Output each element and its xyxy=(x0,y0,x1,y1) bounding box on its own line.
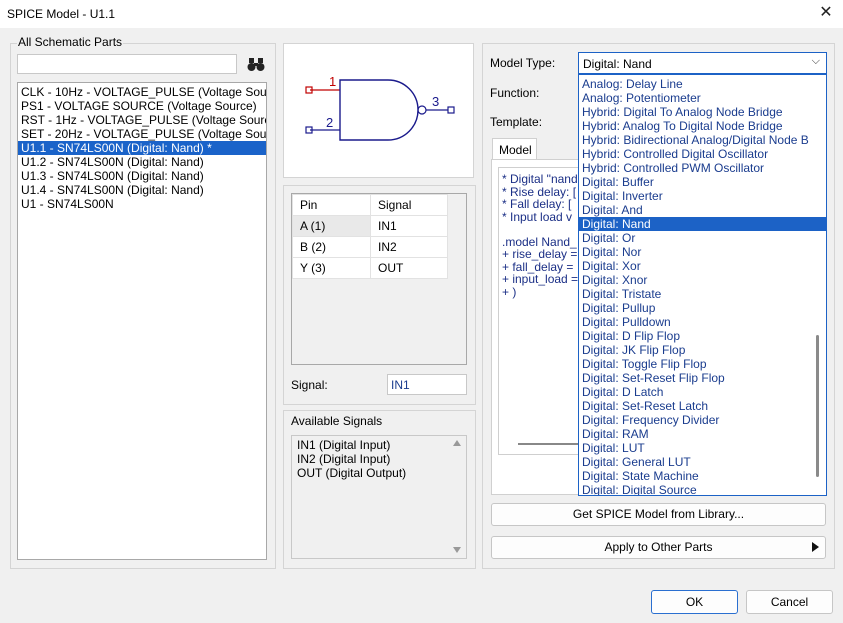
close-icon[interactable]: ✕ xyxy=(816,3,836,23)
dropdown-option[interactable]: Digital: Inverter xyxy=(579,189,826,203)
dropdown-option[interactable]: Hybrid: Controlled PWM Oscillator xyxy=(579,161,826,175)
pin-cell: B (2) xyxy=(292,236,371,258)
available-signals-list[interactable]: IN1 (Digital Input) IN2 (Digital Input) OU… xyxy=(291,435,467,559)
list-item[interactable]: RST - 1Hz - VOLTAGE_PULSE (Voltage Sourc xyxy=(18,113,266,127)
pin-table-container: Pin Signal A (1) IN1 B (2) IN2 Y (3) OUT xyxy=(291,193,467,365)
table-row[interactable]: Y (3) OUT xyxy=(292,257,448,279)
list-item[interactable]: IN2 (Digital Input) xyxy=(297,452,466,466)
list-item[interactable]: U1.2 - SN74LS00N (Digital: Nand) xyxy=(18,155,266,169)
list-item[interactable]: U1.4 - SN74LS00N (Digital: Nand) xyxy=(18,183,266,197)
cancel-button[interactable]: Cancel xyxy=(746,590,833,614)
dropdown-option[interactable]: Digital: Xor xyxy=(579,259,826,273)
parts-label: All Schematic Parts xyxy=(17,35,124,49)
dropdown-option[interactable]: Digital: LUT xyxy=(579,441,826,455)
pin-signal-table: Pin Signal A (1) IN1 B (2) IN2 Y (3) OUT xyxy=(292,194,448,279)
dropdown-option[interactable]: Digital: D Latch xyxy=(579,385,826,399)
scroll-up-icon[interactable] xyxy=(453,440,461,446)
dropdown-option[interactable]: Hybrid: Analog To Digital Node Bridge xyxy=(579,119,826,133)
code-line: * Input load v xyxy=(502,209,573,224)
tab-model-label: Model xyxy=(499,143,532,157)
model-type-dropdown[interactable]: Analog: Delay Line Analog: Potentiometer H… xyxy=(578,74,827,496)
dropdown-option[interactable]: Digital: Toggle Flip Flop xyxy=(579,357,826,371)
dropdown-option[interactable]: Digital: Nand xyxy=(579,217,826,231)
signal-input[interactable]: IN1 xyxy=(387,374,467,395)
scroll-down-icon[interactable] xyxy=(453,547,461,553)
model-type-label: Model Type: xyxy=(490,56,556,70)
code-line: + input_load = xyxy=(502,272,579,286)
available-signals-label: Available Signals xyxy=(291,414,383,428)
dropdown-option[interactable]: Digital: D Flip Flop xyxy=(579,329,826,343)
function-label: Function: xyxy=(490,86,540,100)
dropdown-option[interactable]: Digital: RAM xyxy=(579,427,826,441)
code-line: + ) xyxy=(502,284,517,299)
signal-cell: IN1 xyxy=(370,215,448,237)
dropdown-option[interactable]: Hybrid: Digital To Analog Node Bridge xyxy=(579,105,826,119)
window-title: SPICE Model - U1.1 xyxy=(7,7,116,21)
chevron-down-icon: ⌵ xyxy=(811,55,820,67)
signal-cell: OUT xyxy=(370,257,448,279)
pin-cell: A (1) xyxy=(292,215,371,237)
signal-label: Signal: xyxy=(291,378,328,392)
dropdown-option[interactable]: Digital: Nor xyxy=(579,245,826,259)
dropdown-option[interactable]: Digital: And xyxy=(579,203,826,217)
pin-column-header[interactable]: Pin xyxy=(292,194,371,216)
horizontal-scrollbar[interactable] xyxy=(518,443,578,445)
table-row[interactable]: A (1) IN1 xyxy=(292,215,448,237)
get-spice-model-button[interactable]: Get SPICE Model from Library... xyxy=(491,503,826,526)
dropdown-option[interactable]: Digital: Pulldown xyxy=(579,315,826,329)
list-item[interactable]: SET - 20Hz - VOLTAGE_PULSE (Voltage Sou xyxy=(18,127,266,141)
pin-cell: Y (3) xyxy=(292,257,371,279)
apply-to-other-parts-label: Apply to Other Parts xyxy=(604,540,713,554)
code-line: * Digital "nand xyxy=(502,172,578,186)
dropdown-option[interactable]: Digital: Tristate xyxy=(579,287,826,301)
pin2-label: 2 xyxy=(326,115,333,130)
tab-model[interactable]: Model xyxy=(492,138,537,160)
signal-cell: IN2 xyxy=(370,236,448,258)
list-item[interactable]: IN1 (Digital Input) xyxy=(297,438,466,452)
list-item[interactable]: OUT (Digital Output) xyxy=(297,466,466,480)
list-item[interactable]: U1.3 - SN74LS00N (Digital: Nand) xyxy=(18,169,266,183)
list-item[interactable]: CLK - 10Hz - VOLTAGE_PULSE (Voltage Sou xyxy=(18,85,266,99)
pin3-label: 3 xyxy=(432,94,439,109)
dropdown-option[interactable]: Digital: General LUT xyxy=(579,455,826,469)
list-item[interactable]: U1.1 - SN74LS00N (Digital: Nand) * xyxy=(18,141,266,155)
list-item[interactable]: U1 - SN74LS00N xyxy=(18,197,266,211)
model-type-select[interactable]: Digital: Nand ⌵ xyxy=(578,52,827,74)
dropdown-option[interactable]: Digital: JK Flip Flop xyxy=(579,343,826,357)
dropdown-scrollbar-thumb[interactable] xyxy=(816,335,819,477)
dropdown-option[interactable]: Hybrid: Controlled Digital Oscillator xyxy=(579,147,826,161)
part-search-input[interactable] xyxy=(17,54,237,74)
dropdown-option[interactable]: Digital: Digital Source xyxy=(579,483,826,495)
ok-button[interactable]: OK xyxy=(651,590,738,614)
dropdown-option[interactable]: Digital: State Machine xyxy=(579,469,826,483)
dropdown-option[interactable]: Digital: Pullup xyxy=(579,301,826,315)
parts-list[interactable]: CLK - 10Hz - VOLTAGE_PULSE (Voltage Sou P… xyxy=(17,82,267,560)
model-code-editor[interactable]: * Digital "nand * Rise delay: [* Fall del… xyxy=(498,167,580,455)
dropdown-option[interactable]: Digital: Xnor xyxy=(579,273,826,287)
code-line: + rise_delay = xyxy=(502,247,578,261)
dropdown-option[interactable]: Analog: Delay Line xyxy=(579,77,826,91)
dropdown-option[interactable]: Digital: Set-Reset Flip Flop xyxy=(579,371,826,385)
dropdown-option[interactable]: Digital: Buffer xyxy=(579,175,826,189)
code-line: * Fall delay: [ xyxy=(502,197,572,211)
dropdown-option[interactable]: Hybrid: Bidirectional Analog/Digital Nod… xyxy=(579,133,826,147)
binoculars-icon[interactable] xyxy=(246,55,266,73)
list-item[interactable]: PS1 - VOLTAGE SOURCE (Voltage Source) xyxy=(18,99,266,113)
title-bar xyxy=(0,0,843,28)
table-row[interactable]: B (2) IN2 xyxy=(292,236,448,258)
symbol-preview: 1 2 3 xyxy=(283,43,474,178)
dropdown-option[interactable]: Digital: Frequency Divider xyxy=(579,413,826,427)
arrow-right-icon xyxy=(812,542,819,552)
dropdown-option[interactable]: Digital: Or xyxy=(579,231,826,245)
pin1-label: 1 xyxy=(329,74,336,89)
dropdown-option[interactable]: Digital: Set-Reset Latch xyxy=(579,399,826,413)
model-type-value: Digital: Nand xyxy=(583,57,652,71)
apply-to-other-parts-button[interactable]: Apply to Other Parts xyxy=(491,536,826,559)
signal-column-header[interactable]: Signal xyxy=(370,194,448,216)
dropdown-option[interactable]: Analog: Potentiometer xyxy=(579,91,826,105)
template-label: Template: xyxy=(490,115,543,129)
